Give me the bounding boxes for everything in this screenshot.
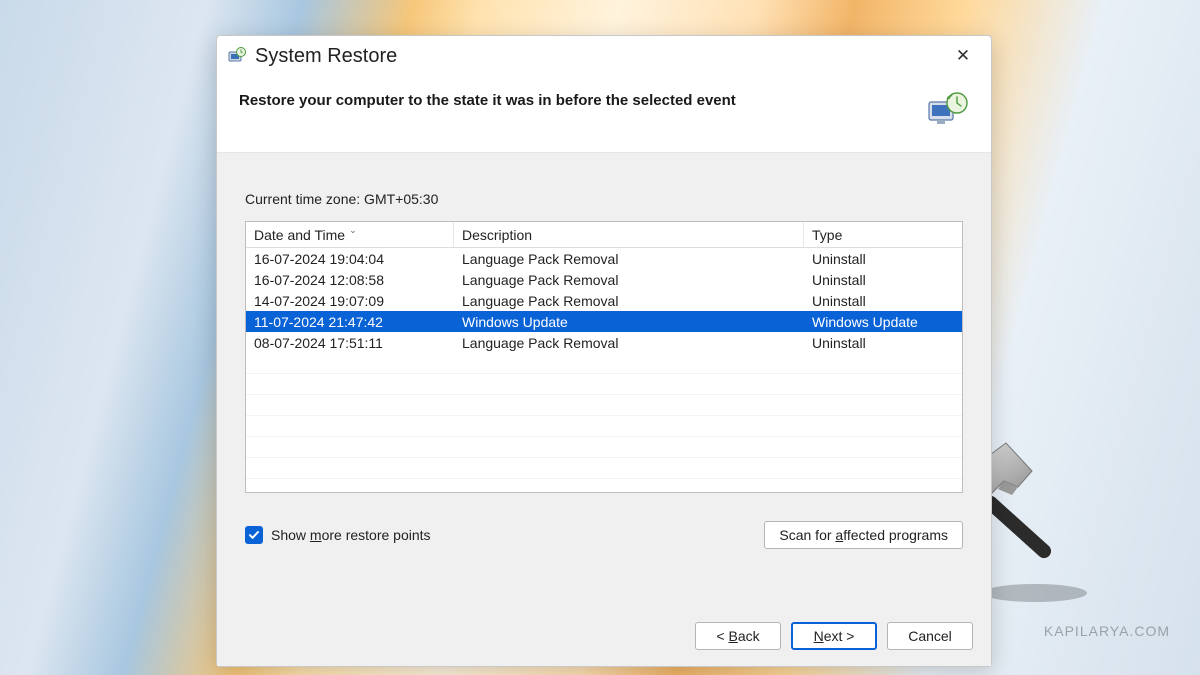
table-row-empty [246,458,962,479]
show-more-label: Show more restore points [271,527,431,543]
table-row-empty [246,374,962,395]
titlebar[interactable]: System Restore ✕ [217,36,991,76]
cell-type: Uninstall [804,248,962,269]
scan-affected-programs-button[interactable]: Scan for affected programs [764,521,963,549]
restore-points-table[interactable]: Date and Time ⌄ Description Type 16-07-2… [245,221,963,493]
wizard-headline: Restore your computer to the state it wa… [239,90,915,109]
cell-type: Uninstall [804,269,962,290]
cell-datetime: 16-07-2024 19:04:04 [246,248,454,269]
table-row[interactable]: 08-07-2024 17:51:11Language Pack Removal… [246,332,962,353]
table-row[interactable]: 11-07-2024 21:47:42Windows UpdateWindows… [246,311,962,332]
table-header[interactable]: Date and Time ⌄ Description Type [246,222,962,248]
column-datetime-label: Date and Time [254,227,345,243]
cell-description: Language Pack Removal [454,248,804,269]
table-row-empty [246,437,962,458]
restore-header-icon [925,90,969,132]
cell-datetime: 11-07-2024 21:47:42 [246,311,454,332]
table-row-empty [246,353,962,374]
back-button[interactable]: < Back [695,622,781,650]
sort-descending-icon: ⌄ [349,225,357,236]
watermark-text: KAPILARYA.COM [1044,623,1170,639]
system-restore-window: System Restore ✕ Restore your computer t… [216,35,992,667]
table-body: 16-07-2024 19:04:04Language Pack Removal… [246,248,962,492]
cell-datetime: 08-07-2024 17:51:11 [246,332,454,353]
cell-description: Windows Update [454,311,804,332]
show-more-restore-points-checkbox[interactable]: Show more restore points [245,526,431,544]
column-datetime[interactable]: Date and Time ⌄ [246,222,454,247]
checkbox-checked-icon [245,526,263,544]
cell-type: Windows Update [804,311,962,332]
column-description[interactable]: Description [454,222,804,247]
wizard-footer: < Back Next > Cancel [217,622,991,666]
close-button[interactable]: ✕ [945,42,981,70]
table-row[interactable]: 14-07-2024 19:07:09Language Pack Removal… [246,290,962,311]
cell-type: Uninstall [804,332,962,353]
table-row-empty [246,416,962,437]
wizard-header: Restore your computer to the state it wa… [217,76,991,153]
close-icon: ✕ [956,46,970,66]
table-row[interactable]: 16-07-2024 19:04:04Language Pack Removal… [246,248,962,269]
cell-description: Language Pack Removal [454,269,804,290]
cancel-button[interactable]: Cancel [887,622,973,650]
next-button[interactable]: Next > [791,622,877,650]
cell-datetime: 16-07-2024 12:08:58 [246,269,454,290]
table-row-empty [246,395,962,416]
timezone-label: Current time zone: GMT+05:30 [245,191,963,207]
desktop-background: KAPILARYA.COM System Restore ✕ Restore y… [0,0,1200,675]
wizard-body: Current time zone: GMT+05:30 Date and Ti… [217,153,991,622]
cell-description: Language Pack Removal [454,332,804,353]
column-type-label: Type [812,227,842,243]
column-type[interactable]: Type [804,222,962,247]
cell-datetime: 14-07-2024 19:07:09 [246,290,454,311]
window-title: System Restore [255,45,397,68]
table-row[interactable]: 16-07-2024 12:08:58Language Pack Removal… [246,269,962,290]
column-description-label: Description [462,227,532,243]
system-restore-icon [227,46,247,66]
cell-description: Language Pack Removal [454,290,804,311]
cell-type: Uninstall [804,290,962,311]
